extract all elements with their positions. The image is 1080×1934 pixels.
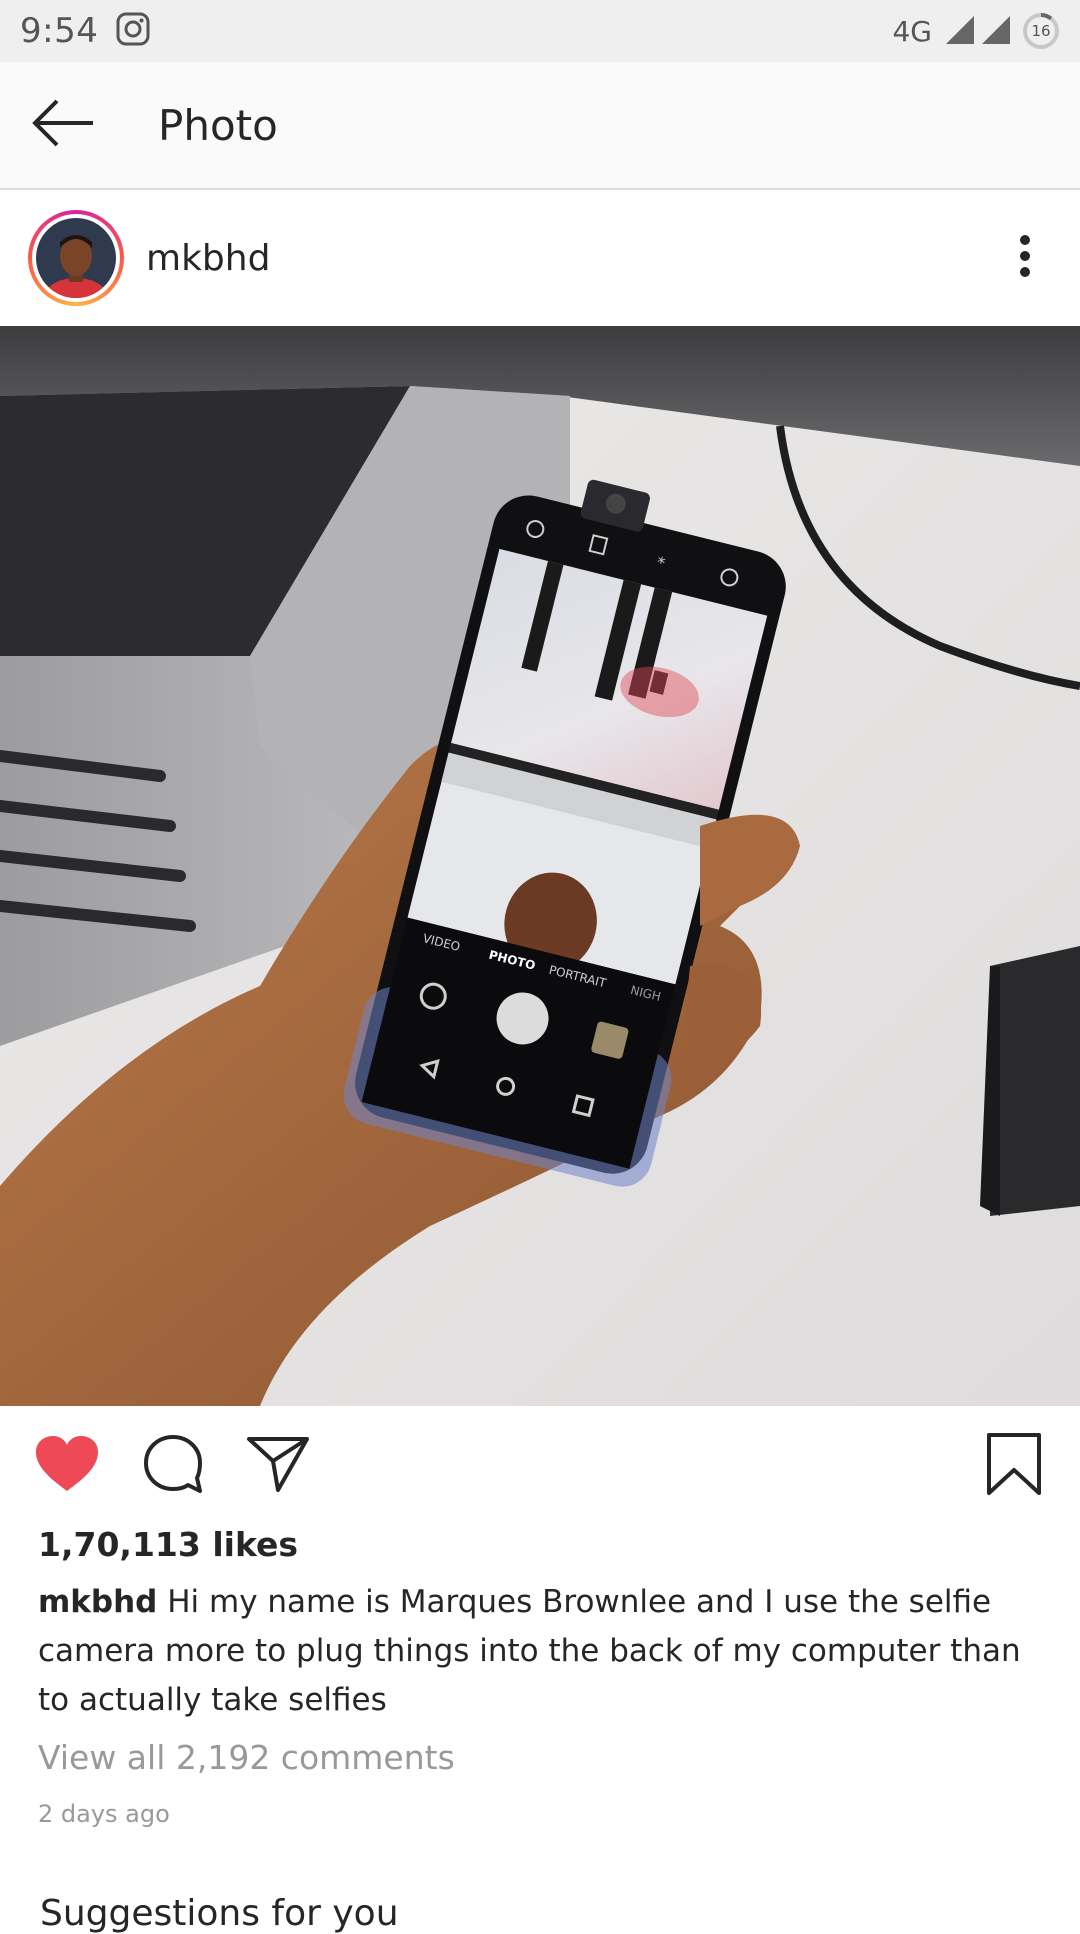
back-arrow-icon: [31, 99, 95, 151]
battery-level: 16: [1031, 22, 1051, 40]
share-button[interactable]: [246, 1435, 310, 1497]
status-right: 4G 16: [892, 12, 1060, 50]
suggestions-title: Suggestions for you: [40, 1893, 399, 1934]
avatar[interactable]: [28, 210, 124, 306]
save-button[interactable]: [986, 1432, 1042, 1500]
status-time: 9:54: [20, 11, 99, 51]
likes-count[interactable]: 1,70,113 likes: [38, 1525, 298, 1564]
comment-button[interactable]: [142, 1433, 204, 1499]
post-caption: mkbhd Hi my name is Marques Brownlee and…: [38, 1578, 1048, 1725]
post-timestamp: 2 days ago: [38, 1800, 170, 1828]
battery-icon: 16: [1022, 12, 1060, 50]
caption-text: Hi my name is Marques Brownlee and I use…: [38, 1584, 1021, 1718]
post-header: mkbhd: [0, 190, 1080, 326]
bookmark-icon: [986, 1432, 1042, 1500]
post-photo[interactable]: * VIDEO PHOTO PORTRAIT NIGH: [0, 326, 1080, 1406]
app-bar: Photo: [0, 62, 1080, 190]
comment-icon: [142, 1433, 204, 1499]
avatar-image: [36, 218, 116, 298]
signal-icon: [944, 12, 1014, 50]
instagram-icon: [116, 12, 150, 50]
network-type: 4G: [892, 14, 932, 48]
page-title: Photo: [158, 100, 278, 150]
back-button[interactable]: [0, 61, 126, 189]
share-icon: [246, 1435, 310, 1497]
post-username[interactable]: mkbhd: [146, 238, 270, 279]
avatar-border: [32, 214, 120, 302]
more-options-button[interactable]: [970, 203, 1080, 313]
heart-icon: [34, 1434, 100, 1498]
more-options-icon: [1019, 234, 1031, 282]
post-actions: [0, 1406, 1080, 1526]
status-bar: 9:54 4G 16: [0, 0, 1080, 62]
like-button[interactable]: [34, 1434, 100, 1498]
status-left: 9:54: [20, 11, 150, 51]
caption-username[interactable]: mkbhd: [38, 1584, 157, 1620]
view-comments-link[interactable]: View all 2,192 comments: [38, 1738, 455, 1777]
